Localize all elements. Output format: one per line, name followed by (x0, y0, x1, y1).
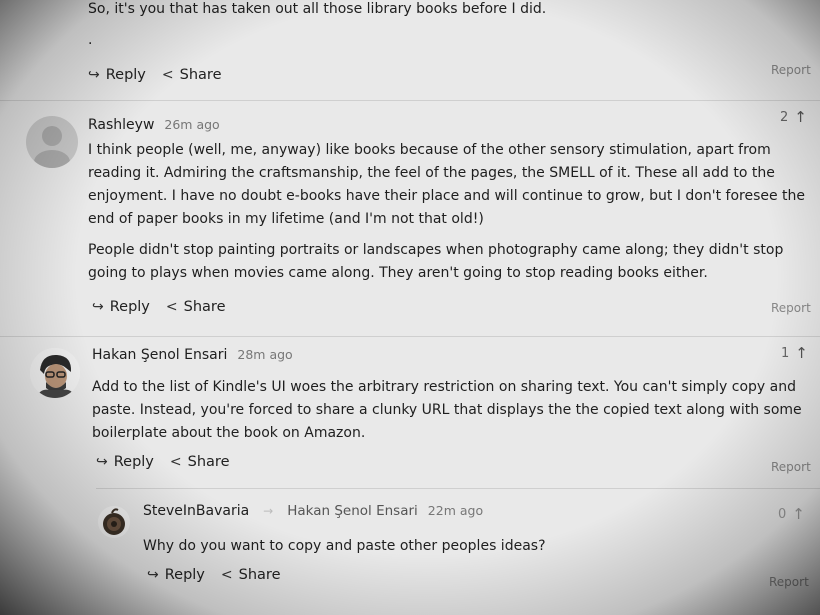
vote-control: 0 ↑ (778, 505, 805, 523)
report-link[interactable]: Report (769, 575, 809, 589)
avatar-default (26, 116, 78, 168)
comment-body: Add to the list of Kindle's UI woes the … (92, 376, 808, 445)
comment-actions: ↪ Reply < Share (96, 454, 229, 470)
timestamp: 28m ago (237, 347, 293, 362)
comment-header: Hakan Şenol Ensari 28m ago (92, 347, 293, 363)
comment-actions: ↪ Reply < Share (88, 67, 221, 83)
comment-paragraph: People didn't stop painting portraits or… (88, 242, 784, 281)
comment-header: SteveInBavaria → Hakan Şenol Ensari 22m … (143, 503, 483, 519)
share-label: Share (179, 67, 222, 83)
reply-label: Reply (113, 454, 154, 470)
reply-button[interactable]: ↪ Reply (147, 567, 205, 583)
share-label: Share (238, 567, 281, 583)
vote-control: 1 ↑ (781, 344, 808, 362)
user-photo-icon (30, 348, 80, 398)
comment-body: Why do you want to copy and paste other … (143, 535, 803, 558)
reply-button[interactable]: ↪ Reply (96, 454, 154, 470)
divider (0, 336, 820, 337)
avatar-placeholder-icon (34, 126, 70, 168)
upvote-arrow-icon[interactable]: ↑ (794, 108, 807, 126)
comment-paragraph: Why do you want to copy and paste other … (143, 538, 546, 554)
share-button[interactable]: < Share (166, 299, 226, 315)
reply-label: Reply (164, 567, 205, 583)
timestamp: 22m ago (427, 503, 484, 518)
vote-count: 1 (781, 345, 790, 361)
comment-actions: ↪ Reply < Share (147, 567, 280, 583)
vote-control: 2 ↑ (780, 108, 807, 126)
share-icon: < (169, 454, 182, 470)
upvote-arrow-icon[interactable]: ↑ (792, 505, 805, 523)
reply-to-name[interactable]: Hakan Şenol Ensari (287, 503, 418, 519)
divider (96, 488, 820, 489)
vote-count: 2 (780, 109, 789, 125)
vote-count: 0 (778, 506, 787, 522)
divider (0, 100, 820, 101)
avatar-steve (98, 506, 130, 538)
avatar-hakan (30, 348, 80, 398)
reply-button[interactable]: ↪ Reply (92, 299, 150, 315)
share-button[interactable]: < Share (221, 567, 281, 583)
reply-arrow-icon: ↪ (96, 454, 108, 470)
timestamp: 26m ago (164, 117, 220, 132)
share-icon: < (165, 299, 178, 315)
share-icon: < (161, 67, 174, 83)
comment-partial: So, it's you that has taken out all thos… (88, 0, 788, 47)
report-link[interactable]: Report (771, 63, 811, 77)
pinecone-avatar-icon (103, 508, 125, 535)
reply-label: Reply (105, 67, 146, 83)
comment-body: I think people (well, me, anyway) like b… (88, 139, 808, 285)
author-name[interactable]: Hakan Şenol Ensari (92, 347, 227, 363)
share-icon: < (220, 567, 233, 583)
reply-label: Reply (109, 299, 150, 315)
reply-button[interactable]: ↪ Reply (88, 67, 146, 83)
report-link[interactable]: Report (771, 460, 811, 474)
comment-actions: ↪ Reply < Share (92, 299, 225, 315)
comment-header: Rashleyw 26m ago (88, 117, 220, 133)
share-label: Share (183, 299, 226, 315)
share-button[interactable]: < Share (162, 67, 222, 83)
reply-to-arrow-icon: → (263, 504, 274, 518)
report-link[interactable]: Report (771, 301, 811, 315)
author-name[interactable]: Rashleyw (88, 117, 154, 133)
comment-text-extra: . (88, 32, 93, 48)
reply-arrow-icon: ↪ (88, 67, 100, 83)
upvote-arrow-icon[interactable]: ↑ (795, 344, 808, 362)
share-label: Share (187, 454, 230, 470)
comment-paragraph: I think people (well, me, anyway) like b… (88, 142, 806, 227)
comment-paragraph: Add to the list of Kindle's UI woes the … (92, 379, 802, 441)
reply-arrow-icon: ↪ (92, 299, 104, 315)
share-button[interactable]: < Share (170, 454, 230, 470)
comment-text: So, it's you that has taken out all thos… (88, 1, 547, 17)
reply-arrow-icon: ↪ (147, 567, 159, 583)
author-name[interactable]: SteveInBavaria (143, 503, 249, 519)
